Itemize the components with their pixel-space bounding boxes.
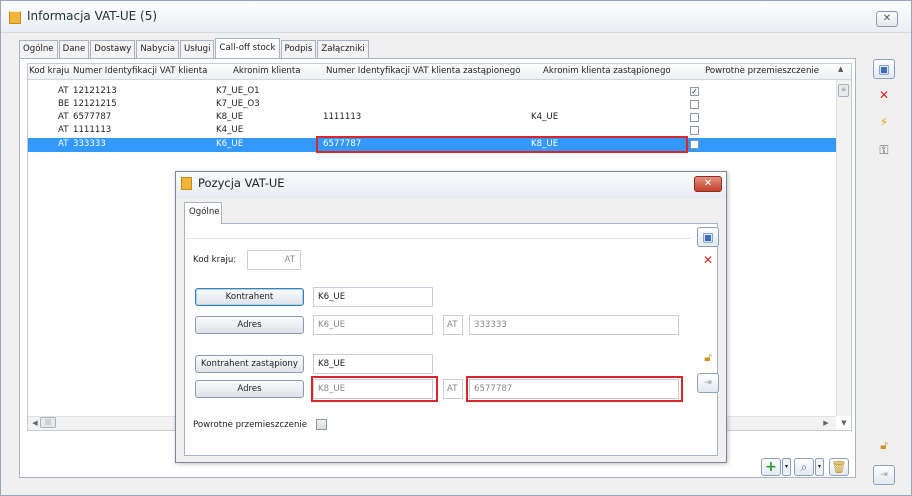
- cell-akronim: K8_UE: [216, 112, 244, 122]
- cell-kod: BE: [58, 99, 70, 109]
- powrotne-label: Powrotne przemieszczenie: [193, 420, 308, 430]
- search-dropdown-icon[interactable]: ▾: [815, 458, 824, 476]
- adres-z-kraj-field[interactable]: AT: [443, 379, 463, 399]
- col-numer-vat-zastapionego[interactable]: Numer Identyfikacji VAT klienta zastąpio…: [326, 66, 541, 76]
- sort-up-icon[interactable]: ▲: [838, 65, 843, 73]
- cell-nip: 6577787: [73, 112, 112, 122]
- cell-nip: 1111113: [73, 125, 112, 135]
- row-powrotne-checkbox[interactable]: ✓: [690, 87, 699, 96]
- pin-icon[interactable]: ⇥: [873, 465, 895, 485]
- powrotne-checkbox[interactable]: [316, 419, 327, 430]
- cell-nip-z: 1111113: [323, 112, 362, 122]
- col-numer-vat[interactable]: Numer Identyfikacji VAT klienta: [73, 66, 223, 76]
- lock-icon[interactable]: 🔓︎: [873, 436, 895, 456]
- tab-call-off-stock[interactable]: Call-off stock: [215, 38, 280, 59]
- cell-kod: AT: [58, 125, 69, 135]
- dialog-cancel-icon[interactable]: ✕: [697, 251, 719, 271]
- document-icon: [9, 11, 21, 24]
- tab-uslugi[interactable]: Usługi: [179, 40, 215, 58]
- col-powrotne[interactable]: Powrotne przemieszczenie: [705, 66, 835, 76]
- col-kod-kraju[interactable]: Kod kraju: [29, 66, 69, 76]
- vertical-scrollbar[interactable]: [836, 80, 851, 416]
- adres-akronim-field[interactable]: K6_UE: [313, 315, 433, 335]
- dialog-title: Pozycja VAT-UE: [198, 176, 285, 190]
- tab-strip: Ogólne Dane Dostawy Nabycia Usługi Call-…: [19, 38, 370, 59]
- dialog-pin-icon[interactable]: ⇥: [697, 373, 719, 393]
- dialog-close-button[interactable]: ✕: [694, 176, 722, 192]
- row-powrotne-checkbox[interactable]: [690, 126, 699, 135]
- row-powrotne-checkbox[interactable]: [690, 140, 699, 149]
- row-powrotne-checkbox[interactable]: [690, 100, 699, 109]
- kontrahent-field[interactable]: K6_UE: [313, 287, 433, 307]
- cell-kod: AT: [58, 112, 69, 122]
- grid-header: Kod kraju Numer Identyfikacji VAT klient…: [28, 64, 851, 80]
- highlight-box-nip: [466, 376, 683, 402]
- scroll-right-icon[interactable]: ▶: [820, 417, 832, 429]
- table-row[interactable]: AT 6577787 K8_UE 1111113 K4_UE: [28, 112, 836, 124]
- cancel-icon[interactable]: ✕: [873, 86, 895, 106]
- highlight-box-akronim: [311, 376, 438, 402]
- adres-kraj-field[interactable]: AT: [443, 315, 463, 335]
- cell-nip: 12121215: [73, 99, 117, 109]
- lightning-icon[interactable]: ⚡: [873, 113, 895, 133]
- kontrahent-zastapiony-button[interactable]: Kontrahent zastąpiony: [195, 355, 304, 373]
- horizontal-scroll-thumb[interactable]: |||: [40, 417, 56, 428]
- document-icon: [181, 177, 192, 190]
- user-lock-icon[interactable]: ⚿: [873, 141, 895, 161]
- scroll-down-icon[interactable]: ▼: [838, 417, 850, 429]
- kod-kraju-label: Kod kraju:: [193, 255, 237, 265]
- table-row[interactable]: BE 12121215 K7_UE_O3: [28, 99, 836, 111]
- cell-kod: AT: [58, 139, 69, 149]
- dialog-tab-ogolne[interactable]: Ogólne: [184, 202, 222, 224]
- window-close-button[interactable]: ✕: [876, 11, 898, 27]
- row-powrotne-checkbox[interactable]: [690, 113, 699, 122]
- adres-zastapiony-button[interactable]: Adres: [195, 380, 304, 398]
- cell-nip: 12121213: [73, 86, 117, 96]
- tab-ogolne[interactable]: Ogólne: [19, 40, 58, 58]
- kontrahent-button[interactable]: Kontrahent: [195, 288, 304, 306]
- add-dropdown-icon[interactable]: ▾: [782, 458, 791, 476]
- kod-kraju-field[interactable]: AT: [247, 250, 301, 270]
- tab-podpis[interactable]: Podpis: [280, 40, 317, 58]
- tab-dane[interactable]: Dane: [58, 40, 90, 58]
- table-row[interactable]: AT 12121213 K7_UE_O1 ✓: [28, 86, 836, 98]
- adres-nip-field[interactable]: 333333: [469, 315, 679, 335]
- tab-dostawy[interactable]: Dostawy: [90, 40, 136, 58]
- window-title: Informacja VAT-UE (5): [27, 9, 158, 23]
- kontrahent-zastapiony-field[interactable]: K8_UE: [313, 354, 433, 374]
- cell-akronim: K6_UE: [216, 139, 244, 149]
- col-akronim[interactable]: Akronim klienta: [233, 66, 328, 76]
- cell-akronim: K7_UE_O1: [216, 86, 260, 96]
- vertical-scroll-thumb[interactable]: ≡: [838, 84, 849, 97]
- divider: [186, 238, 691, 239]
- add-icon[interactable]: +: [761, 458, 781, 476]
- search-icon[interactable]: ⌕: [794, 458, 814, 476]
- tab-zalaczniki[interactable]: Załączniki: [317, 40, 369, 58]
- save-icon[interactable]: ▣: [873, 59, 895, 79]
- tab-nabycia[interactable]: Nabycia: [136, 40, 179, 58]
- cell-nip: 333333: [73, 139, 106, 149]
- cell-akronim: K7_UE_O3: [216, 99, 260, 109]
- cell-akronim-z: K4_UE: [531, 112, 559, 122]
- dialog-lock-icon[interactable]: 🔓︎: [697, 348, 719, 368]
- dialog-save-icon[interactable]: ▣: [697, 227, 719, 247]
- highlight-box-grid: [316, 136, 688, 153]
- col-akronim-zastapionego[interactable]: Akronim klienta zastąpionego: [543, 66, 693, 76]
- cell-akronim: K4_UE: [216, 125, 244, 135]
- adres-button[interactable]: Adres: [195, 316, 304, 334]
- cell-kod: AT: [58, 86, 69, 96]
- delete-icon[interactable]: 🗑︎: [829, 458, 849, 476]
